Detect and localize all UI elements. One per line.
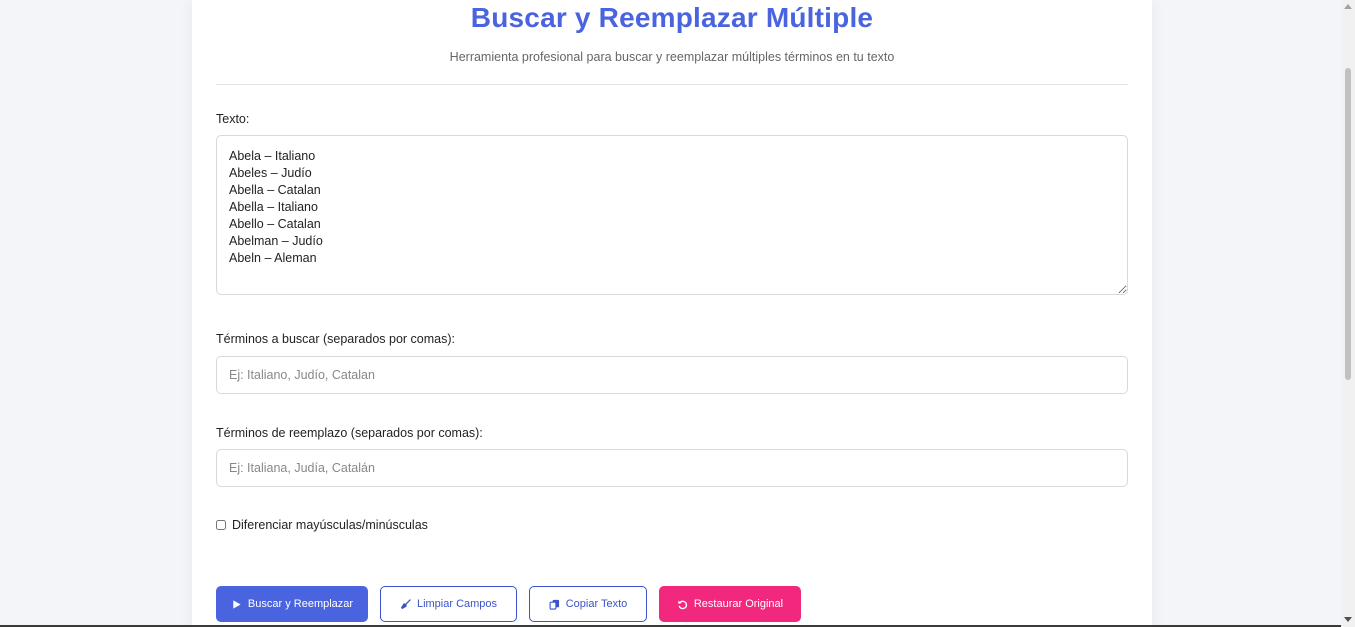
page: Buscar y Reemplazar Múltiple Herramienta… (0, 0, 1355, 627)
page-scrollbar[interactable] (1341, 0, 1355, 627)
page-subtitle: Herramienta profesional para buscar y re… (449, 50, 895, 64)
replace-terms-input[interactable] (216, 449, 1128, 487)
scrollbar-thumb[interactable] (1345, 68, 1351, 380)
broom-icon (400, 598, 411, 609)
scroll-up-arrow-icon[interactable] (1344, 4, 1352, 9)
restore-original-button[interactable]: Restaurar Original (659, 586, 801, 622)
replace-terms-label: Términos de reemplazo (separados por com… (216, 426, 483, 440)
page-title: Buscar y Reemplazar Múltiple (470, 2, 874, 33)
case-sensitive-checkbox[interactable] (216, 520, 226, 530)
case-sensitive-option[interactable]: Diferenciar mayúsculas/minúsculas (216, 518, 428, 532)
undo-icon (677, 600, 687, 609)
case-sensitive-label: Diferenciar mayúsculas/minúsculas (232, 518, 428, 532)
play-icon (233, 599, 241, 609)
tool-card: Buscar y Reemplazar Múltiple Herramienta… (192, 0, 1152, 627)
clear-fields-button-label: Limpiar Campos (416, 598, 498, 610)
text-label: Texto: (216, 112, 250, 126)
search-terms-label: Términos a buscar (separados por comas): (216, 332, 455, 346)
search-replace-button[interactable]: Buscar y Reemplazar (216, 586, 368, 622)
scroll-down-arrow-icon[interactable] (1344, 617, 1352, 622)
search-terms-input[interactable] (216, 356, 1128, 394)
clear-fields-button[interactable]: Limpiar Campos (380, 586, 517, 622)
header-divider (216, 84, 1128, 85)
copy-text-button[interactable]: Copiar Texto (529, 586, 647, 622)
copy-icon (549, 599, 559, 610)
text-area[interactable] (216, 135, 1128, 295)
copy-text-button-label: Copiar Texto (565, 598, 628, 610)
restore-original-button-label: Restaurar Original (693, 598, 784, 610)
search-replace-button-label: Buscar y Reemplazar (247, 598, 354, 610)
